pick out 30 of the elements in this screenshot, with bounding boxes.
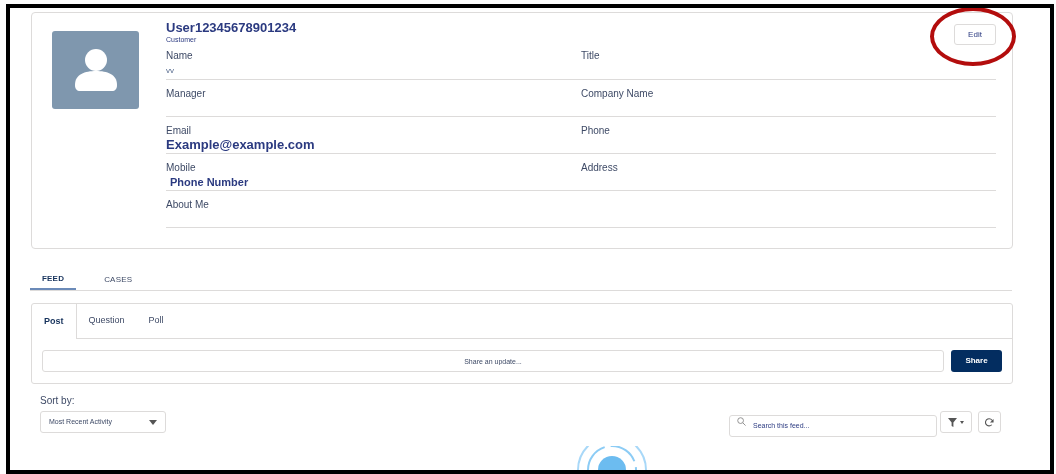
caret-down-icon [149,419,157,425]
search-icon [737,417,746,426]
person-icon [72,49,119,91]
publisher-tab[interactable]: Question [76,304,137,339]
field-value: vv [166,66,174,76]
caret-down-icon [960,420,964,424]
field-label: Email [166,125,191,137]
refresh-icon [985,417,994,427]
loading-spinner-icon [574,446,650,470]
filter-icon [948,417,957,427]
field-value: Phone Number [169,176,249,190]
share-button[interactable]: Share [951,350,1002,372]
field-label: Manager [166,88,206,100]
field-label: Phone [581,125,610,137]
field-label: Company Name [581,88,654,100]
feed-tab[interactable]: FEED [30,270,77,290]
publisher-tab[interactable]: Poll [136,304,176,339]
field-label: Address [581,162,618,174]
field-label: Title [581,50,600,62]
edit-button[interactable]: Edit [954,24,996,45]
filter-button[interactable] [940,411,972,433]
field-label: About Me [166,199,209,211]
field-label: Name [166,50,193,62]
user-name: User12345678901234 [166,20,297,35]
sort-label: Sort by: [40,395,75,407]
refresh-button[interactable] [978,411,1001,433]
publisher-tab[interactable]: Post [32,304,77,339]
feed-tab[interactable]: CASES [92,270,145,290]
field-label: Mobile [166,162,196,174]
field-value: Example@example.com [166,137,315,154]
